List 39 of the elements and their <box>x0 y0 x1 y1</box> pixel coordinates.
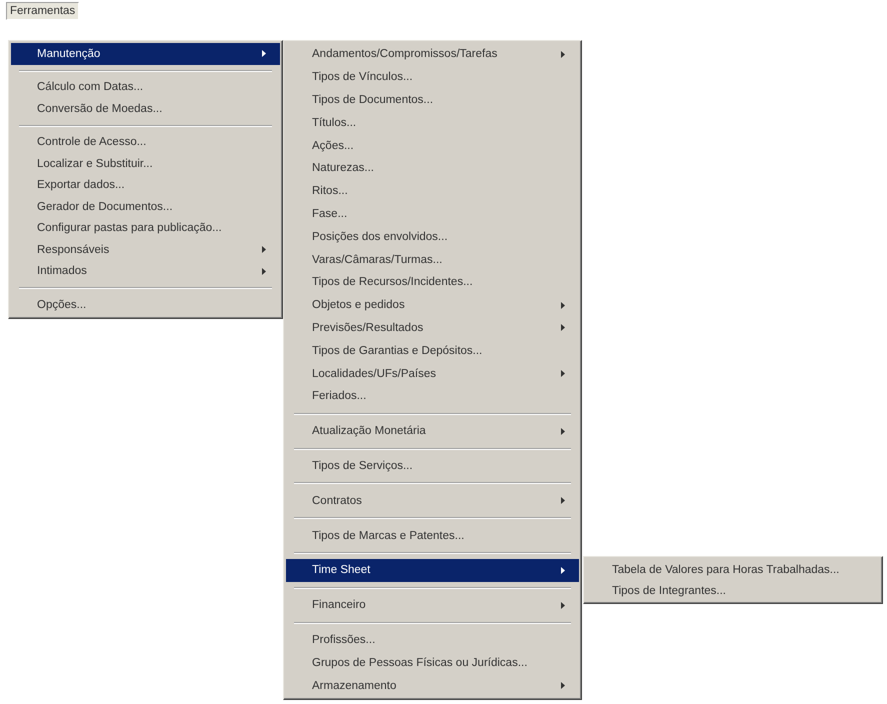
menu-item[interactable]: Atualização Monetária <box>286 420 579 443</box>
menu-item[interactable]: Manutenção <box>11 43 280 64</box>
menu-item[interactable]: Tipos de Garantias e Depósitos... <box>286 339 579 362</box>
menu-item[interactable]: Ritos... <box>286 180 579 203</box>
menu-title[interactable]: Ferramentas <box>6 2 80 20</box>
menu-item[interactable]: Varas/Câmaras/Turmas... <box>286 248 579 271</box>
menu-item[interactable]: Tipos de Documentos... <box>286 88 579 112</box>
menu-item[interactable]: Tipos de Recursos/Incidentes... <box>286 270 579 294</box>
menu-item[interactable]: Fase... <box>286 202 579 226</box>
menu-item[interactable]: Objetos e pedidos <box>286 294 579 317</box>
menu-item[interactable]: Grupos de Pessoas Físicas ou Jurídicas... <box>286 651 579 674</box>
menu-item[interactable]: Tipos de Integrantes... <box>586 580 880 601</box>
menu-item[interactable]: Títulos... <box>286 111 579 134</box>
menu-item[interactable]: Conversão de Moedas... <box>11 98 280 120</box>
menu-item[interactable]: Cálculo com Datas... <box>11 76 280 98</box>
menu-item[interactable]: Armazenamento <box>286 674 579 697</box>
menu-item[interactable]: Exportar dados... <box>11 174 280 196</box>
menu-item[interactable]: Naturezas... <box>286 156 579 180</box>
menu-item[interactable]: Intimados <box>11 260 280 282</box>
menu-item[interactable]: Controle de Acesso... <box>11 132 280 153</box>
menu-item[interactable]: Configurar pastas para publicação... <box>11 218 280 239</box>
menu-item[interactable]: Time Sheet <box>286 558 579 582</box>
menu-item[interactable]: Ações... <box>286 134 579 157</box>
menu-item[interactable]: Tipos de Marcas e Patentes... <box>286 524 579 547</box>
menu-item[interactable]: Responsáveis <box>11 239 280 260</box>
menu-item[interactable]: Tipos de Serviços... <box>286 454 579 478</box>
menu-item[interactable]: Posições dos envolvidos... <box>286 225 579 248</box>
menu-item[interactable]: Contratos <box>286 489 579 512</box>
menu-item[interactable]: Financeiro <box>286 594 579 617</box>
menu-item[interactable]: Tabela de Valores para Horas Trabalhadas... <box>586 559 880 580</box>
menu-item[interactable]: Andamentos/Compromissos/Tarefas <box>286 43 579 66</box>
menu-item[interactable]: Localidades/UFs/Países <box>286 362 579 385</box>
menu-item[interactable]: Previsões/Resultados <box>286 316 579 340</box>
menu-item[interactable]: Gerador de Documentos... <box>11 196 280 218</box>
menu-item[interactable]: Tipos de Vínculos... <box>286 66 579 89</box>
menu-item[interactable]: Opções... <box>11 294 280 316</box>
menu-item[interactable]: Localizar e Substituir... <box>11 153 280 174</box>
menu-item[interactable]: Feriados... <box>286 384 579 408</box>
menu-item[interactable]: Profissões... <box>286 628 579 652</box>
